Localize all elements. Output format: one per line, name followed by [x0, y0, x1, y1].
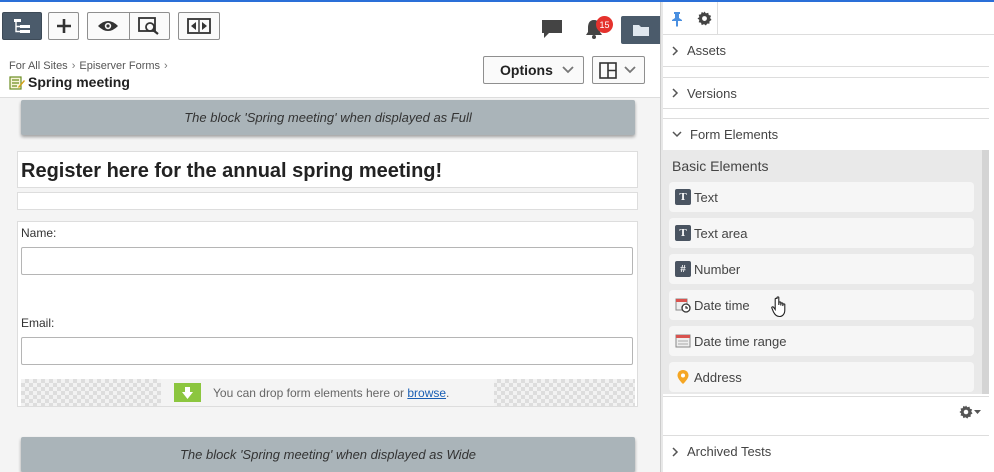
section-archived-tests-label: Archived Tests — [687, 444, 772, 459]
plus-icon — [56, 19, 71, 33]
section-versions-label: Versions — [687, 85, 737, 101]
text-icon: T — [675, 189, 691, 205]
block-wide-label: The block 'Spring meeting' when displaye… — [179, 447, 477, 462]
element-label: Date time range — [694, 333, 787, 349]
chevron-right-icon: › — [71, 60, 76, 72]
drop-zone-suffix: . — [446, 385, 450, 400]
assets-panel-toggle-button[interactable] — [621, 16, 661, 44]
form-heading: Register here for the annual spring meet… — [21, 160, 443, 182]
heading-block[interactable]: Register here for the annual spring meet… — [17, 151, 638, 188]
section-form-elements[interactable]: Form Elements — [663, 118, 989, 150]
calendar-clock-icon — [675, 297, 691, 313]
eye-icon — [98, 21, 119, 31]
caret-down-icon — [974, 409, 981, 414]
element-number[interactable]: # Number — [669, 254, 974, 284]
element-date-time-range[interactable]: Date time range — [669, 326, 974, 356]
scrollbar[interactable] — [982, 150, 989, 394]
cms-editor: 15 For All Sites › Episerver Forms › Spr… — [0, 0, 994, 472]
element-text-area[interactable]: T Text area — [669, 218, 974, 248]
section-form-elements-label: Form Elements — [690, 127, 779, 142]
chat-icon[interactable] — [541, 19, 563, 39]
element-label: Text area — [694, 225, 748, 241]
page-title: Spring meeting — [28, 74, 130, 90]
form-elements-settings-button[interactable] — [959, 405, 981, 419]
folder-icon — [633, 25, 649, 36]
site-tree-icon — [14, 19, 30, 33]
element-label: Number — [694, 261, 741, 277]
chevron-right-icon — [672, 45, 679, 56]
chevron-down-icon — [672, 131, 682, 138]
section-archived-tests[interactable]: Archived Tests — [663, 435, 989, 467]
preview-search-icon — [138, 17, 159, 35]
name-field[interactable] — [21, 247, 633, 275]
breadcrumb-item[interactable]: For All Sites — [9, 60, 68, 72]
calendar-range-icon — [675, 333, 691, 349]
block-full-label: The block 'Spring meeting' when displaye… — [184, 110, 472, 125]
page-title-row: Spring meeting — [9, 74, 130, 90]
preview-canvas: The block 'Spring meeting' when displaye… — [0, 97, 660, 472]
form-elements-footer — [663, 396, 989, 429]
pin-button[interactable] — [663, 2, 691, 35]
notification-badge: 15 — [596, 16, 613, 33]
toggle-view-button[interactable] — [88, 13, 129, 39]
chevron-down-icon — [562, 66, 574, 74]
element-text[interactable]: T Text — [669, 182, 974, 212]
pane-toolbar — [663, 2, 994, 35]
name-label: Name: — [21, 226, 57, 240]
options-button[interactable]: Options — [483, 56, 584, 84]
element-label: Address — [694, 369, 742, 385]
block-wide-header: The block 'Spring meeting' when displaye… — [21, 437, 635, 472]
drop-zone-message: You can drop form elements here or brows… — [161, 379, 494, 406]
chevron-down-icon — [624, 66, 636, 74]
compare-arrows-icon — [187, 18, 211, 34]
hand-cursor-icon — [771, 296, 786, 318]
arrow-down-icon — [174, 383, 201, 402]
email-field[interactable] — [21, 337, 633, 365]
form-drop-zone[interactable]: You can drop form elements here or brows… — [21, 379, 635, 406]
drop-zone-text: You can drop form elements here or brows… — [213, 386, 449, 400]
drop-zone-prompt: You can drop form elements here or — [213, 385, 408, 400]
gear-icon — [696, 11, 712, 26]
textarea-icon: T — [675, 225, 691, 241]
settings-button[interactable] — [691, 2, 718, 35]
basic-elements-title: Basic Elements — [672, 158, 769, 174]
section-versions[interactable]: Versions — [663, 77, 989, 109]
breadcrumb: For All Sites › Episerver Forms › — [9, 60, 168, 72]
element-label: Date time — [694, 297, 750, 313]
options-label: Options — [500, 62, 553, 78]
layout-button[interactable] — [592, 56, 645, 84]
assets-pane: Assets Versions Form Elements Basic Elem… — [663, 2, 994, 472]
layout-grid-icon — [599, 62, 617, 79]
form-container: Name: Email: You can drop form elements … — [17, 221, 638, 407]
element-date-time[interactable]: Date time — [669, 290, 974, 320]
gear-icon — [959, 405, 973, 419]
add-button[interactable] — [48, 12, 79, 40]
view-mode-group — [87, 12, 170, 40]
preview-button[interactable] — [128, 13, 170, 39]
hash-icon: # — [675, 261, 691, 277]
form-block-icon — [9, 75, 25, 90]
empty-text-block[interactable] — [17, 192, 638, 210]
editor-pane: 15 For All Sites › Episerver Forms › Spr… — [0, 2, 661, 472]
breadcrumb-item[interactable]: Episerver Forms — [79, 60, 160, 72]
chevron-right-icon: › — [164, 60, 168, 72]
chevron-right-icon — [672, 446, 679, 457]
email-label: Email: — [21, 316, 55, 330]
section-assets[interactable]: Assets — [663, 35, 989, 67]
map-pin-icon — [675, 369, 691, 385]
pin-icon — [672, 11, 682, 27]
element-label: Text — [694, 189, 718, 205]
site-tree-toggle-button[interactable] — [2, 12, 42, 40]
section-assets-label: Assets — [687, 43, 727, 58]
browse-link[interactable]: browse — [407, 386, 446, 400]
block-full-header: The block 'Spring meeting' when displaye… — [21, 100, 635, 135]
chevron-right-icon — [672, 88, 679, 98]
form-elements-list: Basic Elements T Text T Text area # Numb… — [663, 150, 989, 394]
compare-button[interactable] — [178, 12, 220, 40]
element-address[interactable]: Address — [669, 362, 974, 392]
